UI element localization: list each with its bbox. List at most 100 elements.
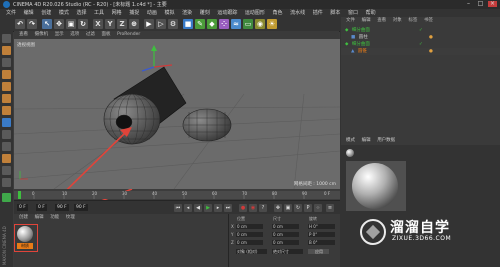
rotate-icon[interactable]: ↻: [78, 19, 88, 29]
move-gizmo[interactable]: [141, 45, 173, 72]
play-forward-icon[interactable]: ▶: [204, 204, 212, 212]
camera-icon[interactable]: ◉: [255, 19, 265, 29]
current-frame-field[interactable]: 0 F: [17, 204, 28, 211]
phong-tag-icon[interactable]: ●: [429, 48, 433, 55]
lock-workplane-icon[interactable]: [2, 166, 11, 175]
material-menu-create[interactable]: 创建: [19, 214, 28, 221]
redo-icon[interactable]: ↷: [27, 19, 37, 29]
viewport-menu-prorender[interactable]: ProRender: [117, 31, 140, 39]
obj-menu-object[interactable]: 对象: [393, 17, 402, 25]
menu-motion-tracking[interactable]: 运动跟踪: [217, 9, 237, 17]
menu-edit[interactable]: 编辑: [24, 9, 34, 17]
autokey-icon[interactable]: ◉: [249, 204, 257, 212]
timeline-ruler[interactable]: 0 10 20 30 40 50 60 70 80 90 0 F: [14, 191, 340, 199]
rotation-b-field[interactable]: B 0°: [308, 240, 335, 245]
polygons-mode-icon[interactable]: [2, 106, 11, 115]
axis-x-button[interactable]: X: [93, 19, 103, 29]
object-row[interactable]: ◆ 细分曲面 ✓: [341, 27, 500, 34]
viewport-menu-options[interactable]: 选项: [70, 31, 79, 39]
menu-character[interactable]: 角色: [273, 9, 283, 17]
position-key-icon[interactable]: ✥: [274, 204, 282, 212]
texture-mode-icon[interactable]: [2, 58, 11, 67]
size-z-field[interactable]: 0 cm: [272, 240, 299, 245]
start-frame-field[interactable]: 0 F: [36, 204, 47, 211]
menu-plugins[interactable]: 插件: [313, 9, 323, 17]
cube-icon[interactable]: ■: [183, 19, 193, 29]
tweak-icon[interactable]: [2, 142, 11, 151]
material-name-label[interactable]: 材质: [17, 243, 33, 249]
size-mode-select[interactable]: 绝对尺寸: [272, 249, 303, 254]
menu-help[interactable]: 帮助: [366, 9, 376, 17]
previous-key-icon[interactable]: ◂: [184, 204, 192, 212]
obj-menu-file[interactable]: 文件: [346, 17, 355, 25]
position-z-field[interactable]: 0 cm: [236, 240, 263, 245]
material-menu-function[interactable]: 功能: [50, 214, 59, 221]
material-preview-icon[interactable]: [17, 226, 33, 242]
attr-menu-userdata[interactable]: 用户数据: [377, 138, 395, 143]
menu-mograph[interactable]: 运动图形: [245, 9, 265, 17]
axis-mode-icon[interactable]: [2, 130, 11, 139]
material-menu-edit[interactable]: 编辑: [35, 214, 44, 221]
planar-workplane-icon[interactable]: [2, 178, 11, 187]
visibility-check-icon[interactable]: ✓: [419, 41, 423, 48]
menu-file[interactable]: 文件: [6, 9, 16, 17]
menu-animate[interactable]: 动画: [147, 9, 157, 17]
axis-y-button[interactable]: Y: [105, 19, 115, 29]
keyframe-selection-icon[interactable]: ?: [259, 204, 267, 212]
menu-mesh[interactable]: 网格: [112, 9, 122, 17]
object-row[interactable]: ■ 圆柱 ●: [341, 34, 500, 41]
coordinate-mode-select[interactable]: 对象 (相对): [236, 249, 267, 254]
position-y-field[interactable]: 0 cm: [236, 232, 263, 237]
scale-icon[interactable]: ▣: [66, 19, 76, 29]
minimize-button[interactable]: –: [464, 1, 473, 7]
go-to-end-icon[interactable]: ⏭: [224, 204, 232, 212]
parameter-key-icon[interactable]: P: [304, 204, 312, 212]
go-to-start-icon[interactable]: ⏮: [174, 204, 182, 212]
perspective-viewport[interactable]: 透视视图 网格间距 : 1000 cm: [14, 39, 340, 189]
menu-snap[interactable]: 捕捉: [129, 9, 139, 17]
coordinate-system-icon[interactable]: ⊕: [129, 19, 139, 29]
cylinder-object[interactable]: [182, 108, 232, 142]
timeline-start-icon[interactable]: [2, 193, 11, 202]
end-frame-field[interactable]: 90 F: [55, 204, 69, 211]
object-row[interactable]: ◆ 细分曲面 ✓: [341, 41, 500, 48]
obj-menu-edit[interactable]: 编辑: [362, 17, 371, 25]
max-frame-field[interactable]: 90 F: [74, 204, 88, 211]
obj-menu-tags[interactable]: 标签: [408, 17, 417, 25]
menu-mode[interactable]: 模式: [59, 9, 69, 17]
render-settings-icon[interactable]: ⚙: [168, 19, 178, 29]
record-icon[interactable]: ●: [239, 204, 247, 212]
rotation-h-field[interactable]: H 0°: [308, 224, 335, 229]
render-view-icon[interactable]: ▶: [144, 19, 154, 29]
undo-icon[interactable]: ↶: [15, 19, 25, 29]
attr-menu-mode[interactable]: 模式: [346, 138, 355, 143]
apply-button[interactable]: 应用: [308, 249, 329, 254]
next-key-icon[interactable]: ▸: [214, 204, 222, 212]
model-mode-icon[interactable]: [2, 46, 11, 55]
deformer-icon[interactable]: ≈: [231, 19, 241, 29]
axis-z-button[interactable]: Z: [117, 19, 127, 29]
scale-key-icon[interactable]: ▣: [284, 204, 292, 212]
viewport-menu-camera[interactable]: 摄像机: [35, 31, 49, 39]
subdivision-surface-icon[interactable]: ◆: [207, 19, 217, 29]
viewport-menu-view[interactable]: 查看: [19, 31, 28, 39]
obj-menu-view[interactable]: 查看: [377, 17, 386, 25]
close-button[interactable]: ×: [488, 1, 497, 7]
make-editable-icon[interactable]: [2, 34, 11, 43]
size-x-field[interactable]: 0 cm: [272, 224, 299, 229]
size-y-field[interactable]: 0 cm: [272, 232, 299, 237]
visibility-check-icon[interactable]: ✓: [419, 27, 423, 34]
timeline-menu-icon[interactable]: ≡: [326, 204, 334, 212]
phong-tag-icon[interactable]: ●: [429, 34, 433, 41]
object-row-selected[interactable]: ▲ 圆锥 ●: [341, 48, 500, 55]
viewport-menu-display[interactable]: 显示: [55, 31, 64, 39]
viewport-menu-panel[interactable]: 面板: [101, 31, 110, 39]
attr-menu-edit[interactable]: 编辑: [362, 138, 371, 143]
light-icon[interactable]: ☀: [267, 19, 277, 29]
menu-create[interactable]: 创建: [41, 9, 51, 17]
menu-window[interactable]: 窗口: [348, 9, 358, 17]
edges-mode-icon[interactable]: [2, 94, 11, 103]
menu-simulate[interactable]: 模拟: [164, 9, 174, 17]
maximize-button[interactable]: □: [476, 1, 485, 7]
menu-tools[interactable]: 工具: [94, 9, 104, 17]
